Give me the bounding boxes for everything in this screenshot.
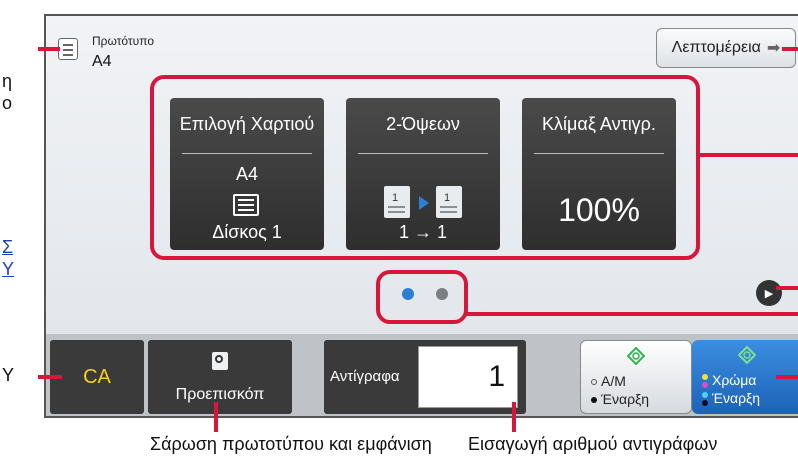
details-button-label: Λεπτομέρεια [671,39,761,56]
next-page-icon[interactable]: ▶ [756,280,782,306]
color-start-line1: Χρώμα [712,372,757,388]
bw-start-line1: A/M [601,373,626,389]
margin-fragment: Y [2,365,15,385]
callout-highlight-dots [376,270,468,324]
margin-fragment: ο [2,93,13,113]
callout-highlight-tiles [150,75,700,260]
ca-label: CA [83,365,111,388]
margin-link-fragment[interactable]: Υ [2,258,14,280]
callout-line [38,47,60,51]
callout-line [466,312,798,316]
callout-line [38,375,62,379]
preview-button[interactable]: Προεπισκόπ [148,340,292,414]
callout-line [698,153,798,157]
color-start-line2: Έναρξη [712,390,761,406]
original-document-icon [58,38,78,60]
callout-line [776,286,798,290]
copies-input[interactable]: 1 [418,346,518,408]
copies-label: Αντίγραφα [330,368,400,385]
bw-start-line2: Έναρξη [601,391,650,407]
details-button[interactable]: Λεπτομέρεια ➡ [656,28,796,68]
original-label: Πρωτότυπο [92,34,155,48]
callout-line [512,402,516,432]
bw-start-button[interactable]: A/M Έναρξη [580,340,692,414]
caption-scan-preview: Σάρωση πρωτοτύπου και εμφάνιση [150,434,432,454]
callout-line [214,402,218,432]
callout-line [782,47,798,51]
margin-link-fragment[interactable]: Σ [2,236,13,258]
callout-line [776,375,798,379]
preview-label: Προεπισκόπ [175,386,265,403]
caption-enter-copies: Εισαγωγή αριθμού αντιγράφων [468,434,718,454]
original-size: A4 [92,53,112,70]
margin-fragment: η [2,71,13,91]
preview-magnifier-icon [212,352,228,370]
start-icon [738,346,756,364]
copies-panel: Αντίγραφα 1 [324,340,526,414]
ca-button[interactable]: CA [50,340,144,414]
start-icon [627,347,645,365]
arrow-right-icon: ➡ [766,40,781,57]
